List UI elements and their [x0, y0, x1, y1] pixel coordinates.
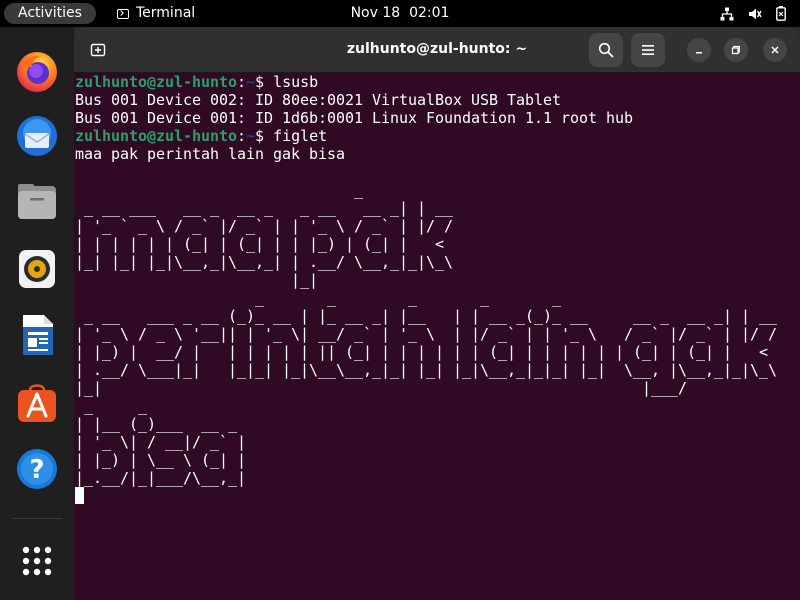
- output-line: Bus 001 Device 001: ID 1d6b:0001 Linux F…: [75, 109, 634, 127]
- close-button[interactable]: [763, 38, 787, 62]
- dock-item-app-center[interactable]: [13, 378, 61, 426]
- prompt-user: zulhunto@zul-hunto: [75, 127, 238, 145]
- new-tab-button[interactable]: [81, 33, 115, 67]
- maximize-button[interactable]: [724, 38, 748, 62]
- figlet-banner-line: _: [75, 181, 364, 199]
- new-tab-icon: [90, 43, 106, 57]
- hamburger-menu-icon: [642, 45, 654, 55]
- dock: ?: [0, 27, 74, 600]
- prompt-symbol: $: [255, 73, 274, 91]
- text-cursor: [75, 487, 84, 504]
- figlet-banner-line: |_|: [75, 271, 319, 289]
- help-icon: ?: [17, 449, 57, 489]
- figlet-banner-line: | |_) | __/ | | | | | | || (_| | | | | |…: [75, 343, 769, 361]
- figlet-banner-line: | '_ \| / __|/ _` |: [75, 433, 247, 451]
- volume-icon: [748, 7, 762, 21]
- clock-date: Nov 18: [350, 5, 401, 21]
- search-icon: [598, 42, 614, 58]
- figlet-banner-line: | .__/ \___|_| |_|_| |_|\__\__,_|_| |_| …: [75, 361, 778, 379]
- firefox-icon: [17, 52, 57, 92]
- minimize-button[interactable]: [687, 38, 711, 62]
- prompt-path: ~: [246, 73, 256, 91]
- cursor-line: [75, 487, 799, 505]
- thunderbird-icon: [17, 116, 57, 156]
- minimize-icon: [696, 52, 702, 54]
- app-center-icon: [18, 384, 56, 422]
- system-status-menu[interactable]: [720, 0, 786, 27]
- figlet-banner-line: |_| |_| |_|\__,_|\__,_| | .__/ \__,_|_|\…: [75, 253, 454, 271]
- prompt-path: ~: [246, 127, 256, 145]
- figlet-banner-line: |_| |___/: [75, 379, 688, 397]
- figlet-banner-line: _ __ ___ __ _ __ _ _ __ __ _| | __: [75, 199, 454, 217]
- show-apps-button[interactable]: [13, 537, 61, 585]
- dock-separator: [12, 518, 62, 519]
- dock-item-firefox[interactable]: [13, 48, 61, 96]
- command-text: figlet: [273, 127, 328, 145]
- command-line-lsusb: zulhunto@zul-hunto:~$ lsusb: [75, 73, 799, 91]
- figlet-banner-line: | '_ \ / _ \ '__|| | '_ \| __/ _` | '_ \…: [75, 325, 778, 343]
- headerbar: zulhunto@zul-hunto: ~: [74, 27, 800, 73]
- figlet-input-line: maa pak perintah lain gak bisa: [75, 145, 346, 163]
- writer-icon: [23, 315, 53, 355]
- figlet-banner-line: _ _: [75, 397, 148, 415]
- prompt-symbol: $: [255, 127, 274, 145]
- dock-item-thunderbird[interactable]: [13, 112, 61, 160]
- figlet-banner-line: | |_) | \__ \ (_| |: [75, 451, 247, 469]
- network-icon: [720, 7, 734, 21]
- output-line: Bus 001 Device 002: ID 80ee:0021 Virtual…: [75, 91, 562, 109]
- figlet-banner-line: | | | | | | (_| | (_| | | |_) | (_| | <: [75, 235, 445, 253]
- dock-item-help[interactable]: ?: [13, 445, 61, 493]
- maximize-icon: [731, 45, 740, 55]
- command-text: lsusb: [273, 73, 319, 91]
- figlet-banner-line: _ __ ___ _ __ (_)_ __ | |_ __ _| |__ | |…: [75, 307, 778, 325]
- dock-item-rhythmbox[interactable]: [13, 245, 61, 293]
- files-icon: [18, 184, 56, 219]
- svg-text:?: ?: [29, 455, 44, 485]
- activities-button[interactable]: Activities: [4, 3, 96, 24]
- grid-icon: [22, 546, 52, 576]
- clock-button[interactable]: Nov 18 02:01: [351, 5, 450, 21]
- prompt-user: zulhunto@zul-hunto: [75, 73, 238, 91]
- prompt-separator: :: [237, 127, 247, 145]
- close-icon: [771, 46, 779, 54]
- command-line-figlet: zulhunto@zul-hunto:~$ figlet: [75, 127, 799, 145]
- terminal-small-icon: [117, 8, 129, 19]
- figlet-banner-line: | |__ (_)___ __ _: [75, 415, 238, 433]
- app-menu[interactable]: Terminal: [117, 0, 195, 27]
- rhythmbox-icon: [19, 250, 55, 288]
- window-title: zulhunto@zul-hunto: ~: [346, 41, 528, 57]
- terminal-text: zulhunto@zul-hunto:~$ lsusb Bus 001 Devic…: [75, 73, 799, 505]
- app-menu-label: Terminal: [136, 5, 196, 21]
- menu-button[interactable]: [631, 33, 665, 67]
- battery-icon: [776, 6, 786, 21]
- clock-time: 02:01: [409, 5, 450, 21]
- terminal-output[interactable]: zulhunto@zul-hunto:~$ lsusb Bus 001 Devic…: [75, 73, 799, 600]
- search-button[interactable]: [589, 33, 623, 67]
- figlet-banner-line: | '_ ` _ \ / _` |/ _` | | '_ \ / _` | |/…: [75, 217, 454, 235]
- terminal-window: zulhunto@zul-hunto: ~ zulhunto@zul-hunto…: [74, 27, 800, 600]
- top-bar: Activities Terminal Nov 18 02:01: [0, 0, 800, 27]
- dock-item-writer[interactable]: [13, 311, 61, 359]
- figlet-output: _ _ __ ___ __ _ __ _ _ __ __ _| | __ | '_…: [75, 181, 799, 487]
- figlet-banner-line: |_.__/|_|___/\__,_|: [75, 469, 247, 487]
- prompt-separator: :: [237, 73, 247, 91]
- figlet-banner-line: _ _ _ _ _ _: [75, 289, 799, 307]
- dock-item-files[interactable]: [13, 178, 61, 226]
